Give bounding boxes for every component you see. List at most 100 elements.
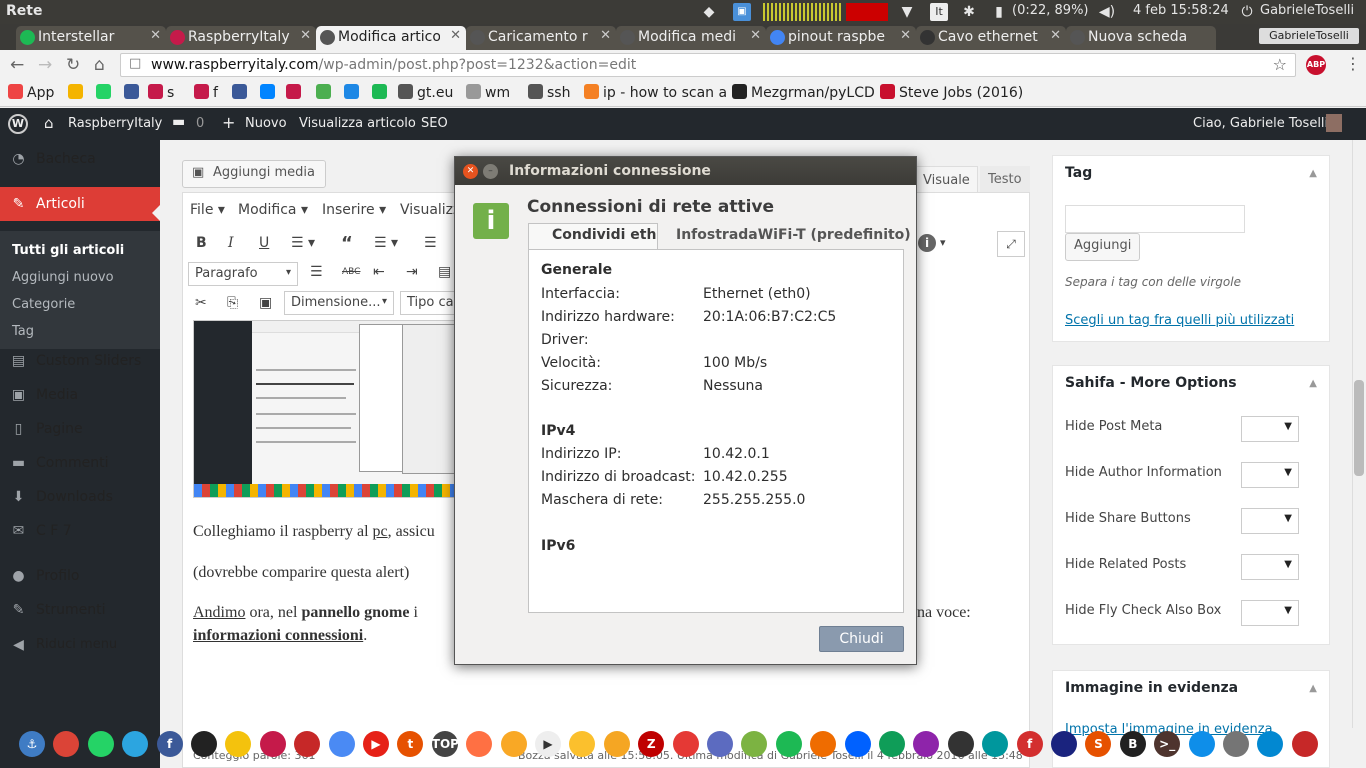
bird-icon[interactable] xyxy=(500,731,527,757)
bookmark-item[interactable] xyxy=(316,84,335,101)
camera-icon[interactable] xyxy=(466,731,493,757)
paste-icon[interactable]: ▣ xyxy=(259,295,272,311)
menu-item[interactable]: ✎ Articoli xyxy=(0,187,160,221)
teamviewer-icon[interactable] xyxy=(1188,731,1215,757)
comments-count[interactable]: 0 xyxy=(196,116,204,131)
tab-close-icon[interactable]: ✕ xyxy=(450,28,461,43)
bookmark-item[interactable] xyxy=(124,84,143,101)
plus-icon[interactable]: + xyxy=(222,113,235,132)
bookmark-star-icon[interactable]: ☆ xyxy=(1273,55,1287,74)
menu-item[interactable]: ▣ Media xyxy=(0,378,160,412)
tab-close-icon[interactable]: ✕ xyxy=(150,28,161,43)
bookmark-item[interactable]: wm xyxy=(466,84,510,101)
bookmark-item[interactable] xyxy=(96,84,115,101)
bookmark-item[interactable] xyxy=(372,84,391,101)
browser-tab[interactable]: Cavo ethernet ✕ xyxy=(916,26,1066,50)
underline-icon[interactable]: U xyxy=(259,235,269,251)
option-select[interactable]: ▼ xyxy=(1241,508,1299,534)
bullet-list-icon[interactable]: ☰ ▾ xyxy=(291,235,315,251)
option-select[interactable]: ▼ xyxy=(1241,554,1299,580)
toggle-arrow-icon[interactable]: ▲ xyxy=(1309,683,1317,694)
bookmark-item[interactable]: Steve Jobs (2016) xyxy=(880,84,1023,101)
telegram-icon[interactable] xyxy=(122,731,149,757)
facebook-icon[interactable]: f xyxy=(156,731,183,757)
dialog-titlebar[interactable]: Informazioni connessione xyxy=(455,157,916,185)
menu-insert[interactable]: Inserire ▾ xyxy=(322,202,386,218)
submenu-item[interactable]: Categorie xyxy=(12,297,75,312)
tab-wifi-label[interactable]: InfostradaWiFi-T (predefinito) xyxy=(676,227,911,243)
submenu-item[interactable]: Tag xyxy=(12,324,34,339)
embedded-screenshot-image[interactable] xyxy=(193,320,455,498)
dropbox-icon[interactable] xyxy=(844,731,871,757)
anchor-icon[interactable]: ⚓ xyxy=(19,731,45,757)
minimize-icon[interactable]: – xyxy=(483,164,498,179)
view-post-link[interactable]: Visualizza articolo xyxy=(299,116,416,131)
bookmark-item[interactable]: s xyxy=(148,84,174,101)
bookmark-item[interactable] xyxy=(232,84,251,101)
battery-icon[interactable]: ▮ xyxy=(990,3,1008,21)
bookmark-item[interactable]: f xyxy=(194,84,218,101)
tab-close-icon[interactable]: ✕ xyxy=(1050,28,1061,43)
tab-text[interactable]: Testo xyxy=(980,166,1030,193)
menu-edit[interactable]: Modifica ▾ xyxy=(238,202,308,218)
menu-item[interactable]: ▤ Custom Sliders xyxy=(0,344,160,378)
paragraph-3[interactable]: Andimo ora, nel pannello gnome i xyxy=(193,604,418,622)
avatar[interactable] xyxy=(1326,114,1342,132)
copy-icon[interactable]: ⎘ xyxy=(227,295,238,311)
tab-shared-eth-label[interactable]: Condividi eth xyxy=(552,227,656,243)
bookmark-item[interactable]: ssh xyxy=(528,84,570,101)
site-name-link[interactable]: RaspberryItaly xyxy=(68,116,162,131)
browser-tab[interactable]: Nuova scheda xyxy=(1066,26,1216,50)
tux-icon[interactable] xyxy=(947,731,974,757)
bookmark-item[interactable]: Mezgrman/pyLCD xyxy=(732,84,875,101)
browser-tab[interactable]: Interstellar ✕ xyxy=(16,26,166,50)
bookmark-item[interactable]: gt.eu xyxy=(398,84,453,101)
popular-tags-link[interactable]: Scegli un tag fra quelli più utilizzati xyxy=(1065,313,1294,328)
close-icon[interactable]: ✕ xyxy=(463,164,478,179)
volume-icon[interactable]: ◀) xyxy=(1098,3,1116,21)
spotify-icon[interactable] xyxy=(775,731,802,757)
new-content-link[interactable]: Nuovo xyxy=(245,116,287,131)
numbered-list-icon[interactable]: ☰ ▾ xyxy=(374,235,398,251)
bluetooth-icon[interactable]: ✱ xyxy=(960,3,978,21)
greeting-link[interactable]: Ciao, Gabriele Toselli xyxy=(1193,116,1328,131)
wordpress-logo-icon[interactable]: W xyxy=(8,114,28,134)
menu-item[interactable]: ▬ Commenti xyxy=(0,446,160,480)
strikethrough-icon[interactable]: ABC xyxy=(342,267,360,277)
whatsapp-icon[interactable] xyxy=(87,731,114,757)
sheet-icon[interactable] xyxy=(879,731,905,757)
back-icon[interactable]: ← xyxy=(10,55,24,75)
tab-visual[interactable]: Visuale xyxy=(914,166,978,193)
option-select[interactable]: ▼ xyxy=(1241,462,1299,488)
drive-icon[interactable] xyxy=(1223,731,1249,757)
menu-item[interactable]: ✎ Strumenti xyxy=(0,593,160,627)
browser-tab[interactable]: Modifica medi ✕ xyxy=(616,26,766,50)
bold-icon[interactable]: B xyxy=(196,235,207,251)
reload-icon[interactable]: ↻ xyxy=(66,55,80,75)
url-bar[interactable]: □ www.raspberryitaly.com/wp-admin/post.p… xyxy=(120,53,1296,77)
menu-item[interactable]: ▯ Pagine xyxy=(0,412,160,446)
f-red-icon[interactable]: f xyxy=(1016,731,1043,757)
terminal-icon[interactable]: >_ xyxy=(1154,731,1181,757)
fullscreen-icon[interactable]: ⤢ xyxy=(997,231,1025,257)
tab-close-icon[interactable]: ✕ xyxy=(300,28,311,43)
paste-text-icon[interactable]: ▤ xyxy=(438,264,451,280)
github-icon[interactable] xyxy=(191,731,217,757)
play-icon[interactable]: ▶ xyxy=(535,731,561,757)
browser-tab[interactable]: Modifica artico ✕ xyxy=(316,26,466,50)
flask-icon[interactable] xyxy=(672,731,699,757)
session-user[interactable]: GabrieleToselli xyxy=(1260,3,1354,18)
fox-icon[interactable] xyxy=(810,731,837,757)
top-icon[interactable]: TOP xyxy=(431,731,459,757)
memory-graph[interactable] xyxy=(846,3,888,21)
tab-close-icon[interactable]: ✕ xyxy=(900,28,911,43)
bookmark-item[interactable] xyxy=(286,84,305,101)
bluetooth-icon[interactable] xyxy=(707,731,733,757)
align-left-icon[interactable]: ☰ xyxy=(424,235,437,251)
menu-item[interactable]: ⬇ Downloads xyxy=(0,480,160,514)
page-info-icon[interactable]: □ xyxy=(129,56,141,71)
b-icon[interactable]: B xyxy=(1119,731,1146,757)
trash-icon[interactable] xyxy=(1291,731,1318,757)
seo-link[interactable]: SEO xyxy=(421,116,448,131)
arduino-icon[interactable] xyxy=(982,731,1009,757)
